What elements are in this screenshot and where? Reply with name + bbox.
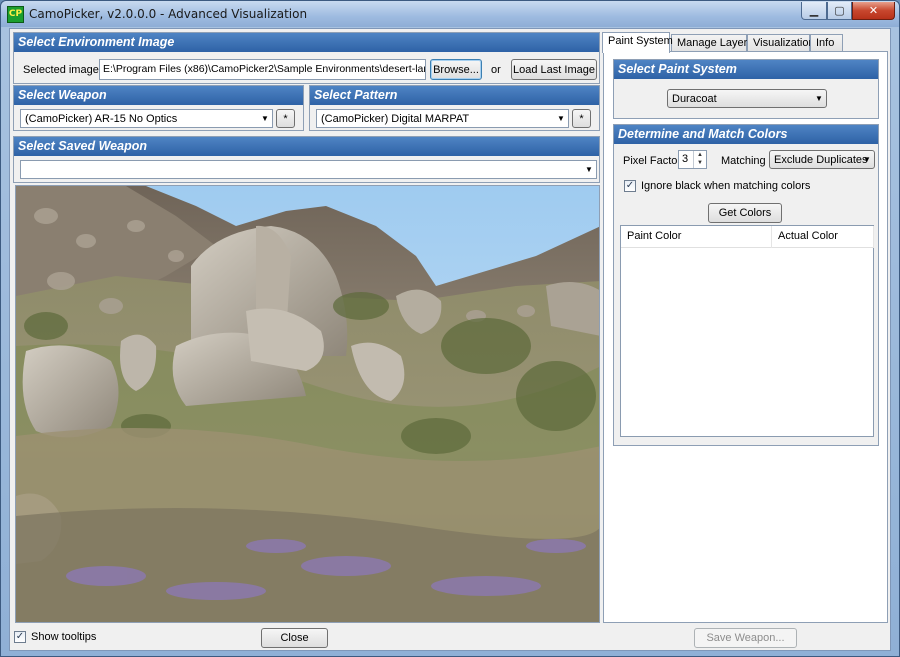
paint-system-page: Select Paint System Duracoat ▼ Determine… [603, 51, 888, 623]
app-icon: CP [7, 6, 24, 23]
weapon-panel: Select Weapon (CamoPicker) AR-15 No Opti… [13, 85, 304, 131]
close-button[interactable]: Close [261, 628, 328, 648]
chevron-down-icon: ▼ [815, 94, 823, 103]
chevron-down-icon: ▼ [585, 165, 593, 174]
title-bar[interactable]: CP CamoPicker, v2.0.0.0 - Advanced Visua… [1, 1, 899, 27]
pattern-header: Select Pattern [310, 86, 599, 105]
tab-manage-layers[interactable]: Manage Layers [671, 34, 753, 52]
image-path-field[interactable]: E:\Program Files (x86)\CamoPicker2\Sampl… [99, 59, 426, 80]
paint-system-header: Select Paint System [614, 60, 878, 79]
pixel-factor-value: 3 [682, 153, 689, 165]
environment-panel: Select Environment Image Selected image … [13, 32, 600, 84]
tab-info[interactable]: Info [810, 34, 843, 52]
matching-select-value: Exclude Duplicates [774, 154, 868, 166]
saved-weapon-header: Select Saved Weapon [14, 137, 599, 156]
pattern-select[interactable]: (CamoPicker) Digital MARPAT ▼ [316, 109, 569, 128]
column-actual-color[interactable]: Actual Color [772, 226, 874, 248]
close-icon: ✕ [868, 5, 879, 17]
pixel-factor-stepper[interactable]: 3 ▲ ▼ [678, 150, 707, 169]
matching-select[interactable]: Exclude Duplicates ▼ [769, 150, 875, 169]
paint-system-select-value: Duracoat [672, 93, 717, 105]
stepper-arrows-icon[interactable]: ▲ ▼ [693, 151, 706, 168]
browse-button[interactable]: Browse... [430, 59, 482, 80]
selected-image-label: Selected image [23, 64, 99, 76]
environment-header: Select Environment Image [14, 33, 599, 52]
chevron-down-icon: ▼ [863, 155, 871, 164]
load-last-image-button[interactable]: Load Last Image [511, 59, 597, 80]
or-label: or [491, 64, 501, 76]
chevron-down-icon: ▼ [261, 114, 269, 123]
close-window-button[interactable]: ✕ [852, 2, 895, 20]
ignore-black-checkbox[interactable]: ✓ [624, 180, 636, 192]
match-colors-header: Determine and Match Colors [614, 125, 878, 144]
pattern-panel: Select Pattern (CamoPicker) Digital MARP… [309, 85, 600, 131]
weapon-star-button[interactable]: * [276, 109, 295, 128]
color-match-list[interactable]: Paint Color Actual Color [620, 225, 874, 437]
checkmark-icon: ✓ [15, 631, 25, 642]
environment-image [15, 185, 600, 623]
pattern-select-value: (CamoPicker) Digital MARPAT [321, 113, 470, 125]
save-weapon-button[interactable]: Save Weapon... [694, 628, 797, 648]
ignore-black-label: Ignore black when matching colors [641, 180, 811, 192]
paint-system-panel: Select Paint System Duracoat ▼ [613, 59, 879, 119]
saved-weapon-panel: Select Saved Weapon ▼ [13, 136, 600, 183]
match-colors-panel: Determine and Match Colors Pixel Factor … [613, 124, 879, 446]
get-colors-button[interactable]: Get Colors [708, 203, 782, 223]
maximize-icon: ▢ [834, 5, 845, 17]
tab-paint-system[interactable]: Paint System [602, 32, 673, 53]
weapon-header: Select Weapon [14, 86, 303, 105]
weapon-select-value: (CamoPicker) AR-15 No Optics [25, 113, 178, 125]
paint-system-select[interactable]: Duracoat ▼ [667, 89, 827, 108]
show-tooltips-label: Show tooltips [31, 631, 97, 643]
maximize-button[interactable]: ▢ [827, 2, 852, 20]
minimize-button[interactable]: ▁ [801, 2, 827, 20]
window-title: CamoPicker, v2.0.0.0 - Advanced Visualiz… [29, 7, 308, 21]
weapon-select[interactable]: (CamoPicker) AR-15 No Optics ▼ [20, 109, 273, 128]
minimize-icon: ▁ [809, 5, 819, 17]
color-list-header: Paint Color Actual Color [621, 226, 874, 248]
pixel-factor-label: Pixel Factor [623, 155, 682, 167]
tab-visualization[interactable]: Visualization [747, 34, 815, 52]
checkmark-icon: ✓ [625, 180, 635, 191]
desert-landscape-image [16, 186, 599, 622]
client-area: Select Environment Image Selected image … [9, 28, 891, 651]
chevron-down-icon: ▼ [557, 114, 565, 123]
pattern-star-button[interactable]: * [572, 109, 591, 128]
show-tooltips-checkbox[interactable]: ✓ [14, 631, 26, 643]
column-paint-color[interactable]: Paint Color [621, 226, 772, 248]
app-window: CP CamoPicker, v2.0.0.0 - Advanced Visua… [0, 0, 900, 657]
matching-label: Matching [721, 155, 766, 167]
saved-weapon-select[interactable]: ▼ [20, 160, 597, 179]
